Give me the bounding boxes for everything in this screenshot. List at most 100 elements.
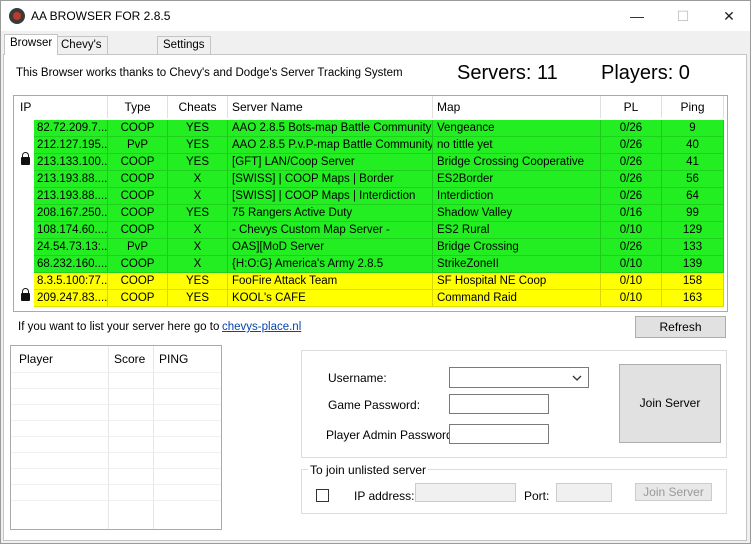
cell-ping: 133 <box>662 239 724 256</box>
server-row[interactable]: 208.167.250... COOP YES 75 Rangers Active D… <box>14 205 724 222</box>
lock-icon <box>21 152 30 165</box>
cell-type: COOP <box>108 273 168 290</box>
server-row[interactable]: 209.247.83.... COOP YES KOOL's CAFE Command … <box>14 288 724 307</box>
players-col-divider <box>153 346 154 529</box>
server-row[interactable]: 212.127.195... PvP YES AAO 2.8.5 P.v.P-map … <box>14 137 724 154</box>
cell-name: [SWISS] | COOP Maps | Border <box>228 171 433 188</box>
col-ip[interactable]: IP <box>14 96 108 118</box>
cell-map: Vengeance <box>433 120 601 137</box>
maximize-button[interactable]: ☐ <box>660 1 706 31</box>
cell-cheats: X <box>168 239 228 256</box>
cell-ping: 64 <box>662 188 724 205</box>
join-unlisted-button[interactable]: Join Server <box>635 483 712 501</box>
admin-password-field[interactable] <box>449 424 549 444</box>
port-label: Port: <box>524 489 550 503</box>
cell-name: [GFT] LAN/Coop Server <box>228 154 433 171</box>
cell-type: COOP <box>108 188 168 205</box>
col-server-name[interactable]: Server Name <box>228 96 433 118</box>
cell-map: SF Hospital NE Coop <box>433 273 601 290</box>
server-row[interactable]: 213.193.88.... COOP X [SWISS] | COOP Maps |… <box>14 171 724 188</box>
cell-ping: 99 <box>662 205 724 222</box>
server-grid[interactable]: IP Type Cheats Server Name Map PL Ping 8… <box>13 95 728 312</box>
cell-map: StrikeZoneII <box>433 256 601 273</box>
unlisted-checkbox[interactable] <box>316 489 329 502</box>
cell-cheats: YES <box>168 120 228 137</box>
cell-name: AAO 2.8.5 P.v.P-map Battle Community <box>228 137 433 154</box>
username-select[interactable] <box>449 367 589 388</box>
cell-ip: 68.232.160.... <box>34 256 108 273</box>
ip-address-label: IP address: <box>354 489 415 503</box>
cell-pl: 0/10 <box>601 222 662 239</box>
ip-address-field[interactable] <box>415 483 516 502</box>
close-button[interactable]: ✕ <box>706 1 752 31</box>
players-col-divider <box>108 346 109 529</box>
join-server-button[interactable]: Join Server <box>619 364 721 443</box>
cell-ping: 163 <box>662 290 724 307</box>
players-col-score[interactable]: Score <box>114 352 145 366</box>
cell-ip: 209.247.83.... <box>34 290 108 307</box>
game-password-field[interactable] <box>449 394 549 414</box>
cell-cheats: X <box>168 188 228 205</box>
tab-settings[interactable]: Settings <box>157 36 211 54</box>
cell-cheats: X <box>168 171 228 188</box>
col-cheats[interactable]: Cheats <box>168 96 228 118</box>
server-row[interactable]: 82.72.209.7... COOP YES AAO 2.8.5 Bots-map … <box>14 120 724 137</box>
cell-name: 75 Rangers Active Duty <box>228 205 433 222</box>
cell-name: - Chevys Custom Map Server - <box>228 222 433 239</box>
players-col-player[interactable]: Player <box>19 352 53 366</box>
cell-map: Command Raid <box>433 290 601 307</box>
cell-pl: 0/26 <box>601 154 662 171</box>
refresh-button[interactable]: Refresh <box>635 316 726 338</box>
cell-map: Interdiction <box>433 188 601 205</box>
cell-ip: 213.133.100... <box>34 154 108 171</box>
title-bar: AA BROWSER FOR 2.8.5 — ☐ ✕ <box>1 1 750 31</box>
cell-cheats: X <box>168 222 228 239</box>
players-row <box>11 452 221 453</box>
col-map[interactable]: Map <box>433 96 601 118</box>
cell-type: COOP <box>108 205 168 222</box>
server-row[interactable]: 213.193.88.... COOP X [SWISS] | COOP Maps |… <box>14 188 724 205</box>
cell-cheats: YES <box>168 137 228 154</box>
players-row <box>11 468 221 469</box>
server-row[interactable]: 213.133.100... COOP YES [GFT] LAN/Coop Serv… <box>14 152 724 171</box>
cell-type: COOP <box>108 154 168 171</box>
cell-type: COOP <box>108 120 168 137</box>
cell-map: ES2 Rural <box>433 222 601 239</box>
cell-type: PvP <box>108 239 168 256</box>
cell-ping: 40 <box>662 137 724 154</box>
minimize-button[interactable]: — <box>614 1 660 31</box>
server-row[interactable]: 68.232.160.... COOP X {H:O:G} America's Arm… <box>14 256 724 273</box>
players-row <box>11 436 221 437</box>
cell-pl: 0/10 <box>601 273 662 290</box>
players-row <box>11 372 221 373</box>
players-row <box>11 484 221 485</box>
cell-type: COOP <box>108 222 168 239</box>
chevys-place-link[interactable]: chevys-place.nl <box>222 321 301 333</box>
cell-ping: 9 <box>662 120 724 137</box>
cell-ip: 208.167.250... <box>34 205 108 222</box>
players-row <box>11 500 221 501</box>
cell-type: COOP <box>108 171 168 188</box>
cell-type: COOP <box>108 256 168 273</box>
server-row[interactable]: 24.54.73.13:... PvP X OAS][MoD Server Bridge… <box>14 239 724 256</box>
players-col-ping[interactable]: PING <box>159 352 188 366</box>
cell-map: no tittle yet <box>433 137 601 154</box>
players-table[interactable]: Player Score PING <box>10 345 222 530</box>
tab-browser[interactable]: Browser <box>4 34 59 55</box>
cell-pl: 0/26 <box>601 120 662 137</box>
players-row <box>11 388 221 389</box>
server-row[interactable]: 108.174.60.... COOP X - Chevys Custom Map … <box>14 222 724 239</box>
cell-cheats: YES <box>168 273 228 290</box>
cell-pl: 0/26 <box>601 239 662 256</box>
tab-shout-box[interactable]: Chevy's Shout Box <box>55 36 108 85</box>
cell-name: {H:O:G} America's Army 2.8.5 <box>228 256 433 273</box>
game-password-label: Game Password: <box>328 398 421 412</box>
col-ping[interactable]: Ping <box>662 96 724 118</box>
cell-name: [SWISS] | COOP Maps | Interdiction <box>228 188 433 205</box>
col-pl[interactable]: PL <box>601 96 662 118</box>
port-field[interactable] <box>556 483 612 502</box>
servers-count: Servers: 11 <box>457 62 558 84</box>
server-row[interactable]: 8.3.5.100:77... COOP YES FooFire Attack Tea… <box>14 273 724 290</box>
col-type[interactable]: Type <box>108 96 168 118</box>
username-label: Username: <box>328 371 387 385</box>
